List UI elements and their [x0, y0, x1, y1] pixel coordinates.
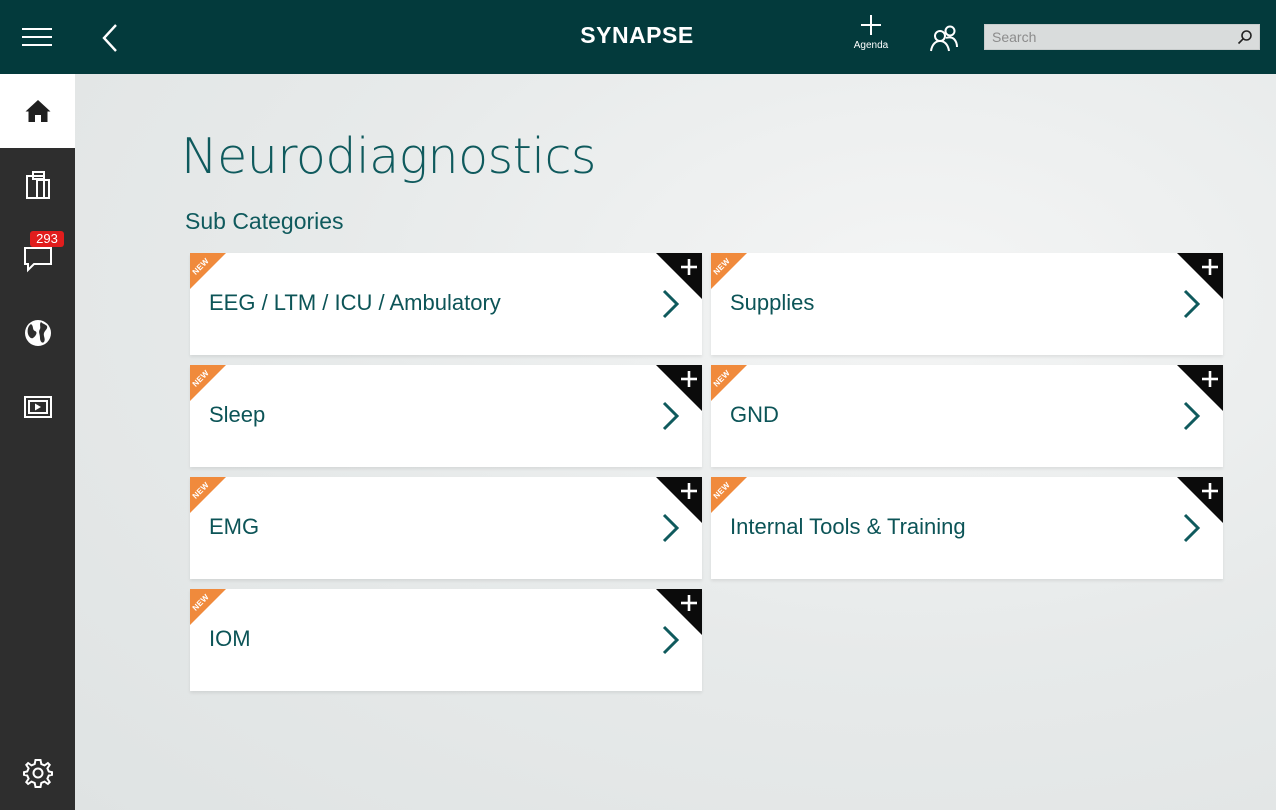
new-ribbon: NEW — [190, 253, 226, 289]
main-content: Neurodiagnostics Sub Categories NEW EEG … — [75, 74, 1276, 810]
plus-icon — [1202, 371, 1218, 387]
plus-icon — [681, 595, 697, 611]
sidebar-item-globe[interactable] — [0, 296, 75, 370]
new-ribbon: NEW — [711, 365, 747, 401]
new-ribbon: NEW — [711, 477, 747, 513]
category-tile-emg[interactable]: NEW EMG — [190, 477, 702, 579]
notification-badge: 293 — [30, 231, 64, 247]
search-input[interactable] — [985, 25, 1233, 49]
tile-label: IOM — [209, 626, 251, 651]
category-tile-eeg[interactable]: NEW EEG / LTM / ICU / Ambulatory — [190, 253, 702, 355]
plus-icon — [1202, 259, 1218, 275]
chevron-right-icon — [662, 625, 680, 655]
plus-icon — [861, 15, 881, 35]
sidebar-item-settings[interactable] — [0, 736, 75, 810]
sidebar-item-home[interactable] — [0, 74, 75, 148]
tile-label: Supplies — [730, 290, 815, 315]
chevron-right-icon — [662, 401, 680, 431]
chevron-right-icon — [1183, 289, 1201, 319]
new-ribbon: NEW — [190, 477, 226, 513]
chevron-right-icon — [1183, 513, 1201, 543]
globe-icon — [24, 320, 51, 346]
chat-icon — [23, 247, 52, 273]
chevron-right-icon — [662, 289, 680, 319]
category-tile-sleep[interactable]: NEW Sleep — [190, 365, 702, 467]
hamburger-menu-icon[interactable] — [22, 28, 52, 48]
search-icon[interactable] — [1237, 29, 1253, 45]
plus-icon — [681, 371, 697, 387]
video-icon — [23, 396, 52, 418]
gear-icon — [22, 759, 53, 788]
tile-label: GND — [730, 402, 779, 427]
plus-icon — [681, 483, 697, 499]
chevron-right-icon — [662, 513, 680, 543]
top-bar: SYNAPSE Agenda — [0, 0, 1276, 74]
sidebar-item-media[interactable] — [0, 370, 75, 444]
tile-label: EEG / LTM / ICU / Ambulatory — [209, 290, 501, 315]
chevron-right-icon — [1183, 401, 1201, 431]
new-ribbon: NEW — [711, 253, 747, 289]
new-ribbon: NEW — [190, 365, 226, 401]
agenda-button[interactable]: Agenda — [846, 14, 896, 60]
home-icon — [25, 100, 50, 122]
search-box[interactable] — [984, 24, 1260, 50]
plus-icon — [681, 259, 697, 275]
category-tile-gnd[interactable]: NEW GND — [711, 365, 1223, 467]
sidebar-item-clipboard[interactable] — [0, 148, 75, 222]
tile-label: EMG — [209, 514, 260, 539]
page-title: Neurodiagnostics — [181, 128, 596, 185]
tile-label: Internal Tools & Training — [730, 514, 966, 539]
plus-icon — [1202, 483, 1218, 499]
category-tile-iom[interactable]: NEW IOM — [190, 589, 702, 691]
app-brand: SYNAPSE — [580, 22, 694, 48]
tile-label: Sleep — [209, 402, 266, 427]
new-ribbon: NEW — [190, 589, 226, 625]
people-icon[interactable] — [928, 22, 960, 54]
sidebar: 293 — [0, 74, 75, 810]
back-arrow-icon[interactable] — [98, 22, 124, 54]
clipboard-icon — [25, 171, 50, 199]
section-title: Sub Categories — [185, 208, 344, 234]
agenda-label: Agenda — [853, 40, 889, 51]
category-tile-internal-tools[interactable]: NEW Internal Tools & Training — [711, 477, 1223, 579]
category-tile-supplies[interactable]: NEW Supplies — [711, 253, 1223, 355]
